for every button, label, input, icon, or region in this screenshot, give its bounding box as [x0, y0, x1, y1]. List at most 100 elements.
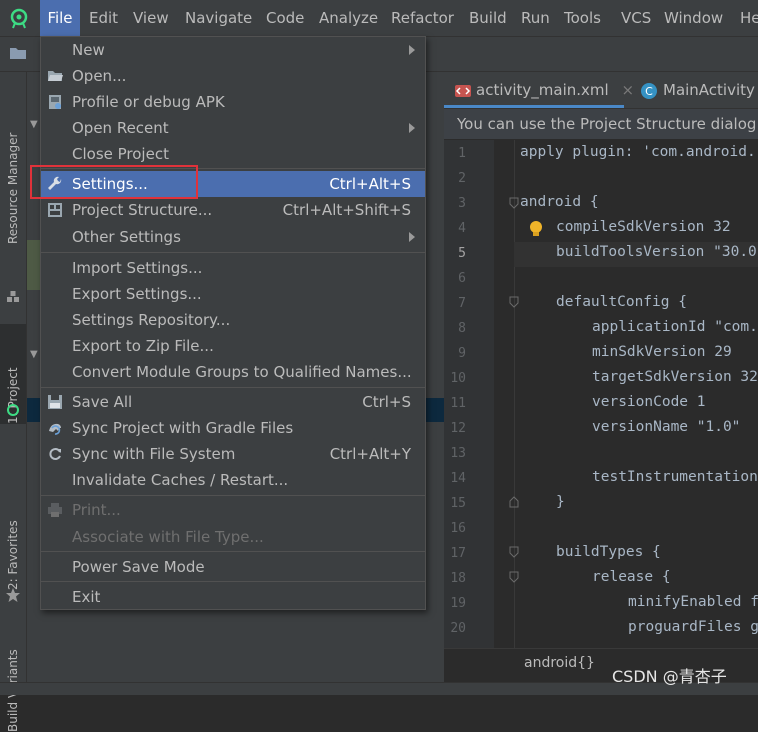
code-line[interactable]: versionName "1.0": [592, 419, 740, 435]
folder-open-icon: [48, 71, 63, 81]
menu-item-project-structure[interactable]: Project Structure... Ctrl+Alt+Shift+S: [41, 197, 425, 223]
menu-run[interactable]: Run: [521, 0, 550, 36]
menu-edit[interactable]: Edit: [89, 0, 118, 36]
menu-build[interactable]: Build: [469, 0, 507, 36]
menu-item-other-settings[interactable]: Other Settings: [41, 224, 425, 250]
close-tab-icon[interactable]: ×: [621, 81, 634, 99]
fold-end-marker-icon[interactable]: [509, 496, 519, 508]
info-banner: You can use the Project Structure dialog…: [444, 109, 758, 139]
menu-navigate[interactable]: Navigate: [185, 0, 252, 36]
class-icon: C: [641, 82, 657, 99]
menu-item-open[interactable]: Open...: [41, 63, 425, 89]
fold-marker-icon[interactable]: [509, 571, 519, 583]
code-line[interactable]: android {: [520, 194, 599, 210]
code-line[interactable]: proguardFiles g: [628, 619, 758, 635]
code-line[interactable]: testInstrumentation: [592, 469, 758, 485]
menu-separator: [41, 551, 425, 552]
tab-activity-main-xml[interactable]: activity_main.xml ×: [454, 72, 634, 108]
code-line[interactable]: apply plugin: 'com.android.: [520, 144, 756, 160]
code-line[interactable]: defaultConfig {: [556, 294, 687, 310]
editor-tab-bar: activity_main.xml × C MainActivity: [444, 72, 758, 109]
code-line[interactable]: versionCode 1: [592, 394, 706, 410]
xml-file-icon: [455, 84, 471, 97]
menu-refactor[interactable]: Refactor: [391, 0, 454, 36]
menu-vcs[interactable]: VCS: [621, 0, 651, 36]
menu-item-sync-gradle[interactable]: Sync Project with Gradle Files: [41, 415, 425, 441]
line-number: 7: [458, 296, 466, 311]
menu-item-export-zip[interactable]: Export to Zip File...: [41, 333, 425, 359]
menu-item-convert-module-groups[interactable]: Convert Module Groups to Qualified Names…: [41, 359, 425, 385]
menu-help[interactable]: He: [740, 0, 758, 36]
menu-item-associate-file-type: Associate with File Type...: [72, 528, 264, 546]
submenu-arrow-icon: [409, 123, 415, 133]
watermark: CSDN @青杏子: [612, 667, 727, 686]
code-line[interactable]: buildToolsVersion "30.0: [556, 244, 757, 260]
menu-tools[interactable]: Tools: [564, 0, 601, 36]
resource-manager-icon: [7, 291, 19, 302]
lightbulb-icon[interactable]: [528, 220, 544, 240]
line-number: 2: [458, 171, 466, 186]
menu-item-export-settings[interactable]: Export Settings...: [41, 281, 425, 307]
expand-arrow-icon[interactable]: ▼: [30, 119, 38, 130]
line-number: 8: [458, 321, 466, 336]
code-line[interactable]: minSdkVersion 29: [592, 344, 732, 360]
save-icon: [48, 395, 62, 409]
tab-favorites[interactable]: 2: Favorites: [0, 510, 26, 590]
menu-item-power-save-mode[interactable]: Power Save Mode: [41, 554, 425, 580]
code-line[interactable]: minifyEnabled f: [628, 594, 758, 610]
menu-file[interactable]: File: [40, 0, 80, 36]
code-line[interactable]: buildTypes {: [556, 544, 661, 560]
line-number: 5: [458, 246, 466, 261]
project-structure-icon: [48, 203, 62, 217]
code-line[interactable]: applicationId "com.: [592, 319, 758, 335]
folder-icon: [10, 48, 26, 59]
android-project-icon: [7, 404, 19, 416]
menu-item-open-recent[interactable]: Open Recent: [41, 115, 425, 141]
menu-item-profile-apk[interactable]: Profile or debug APK: [41, 89, 425, 115]
menu-separator: [41, 387, 425, 388]
tab-favorites-label: 2: Favorites: [6, 520, 20, 590]
menu-item-print: Print...: [41, 497, 425, 523]
menu-analyze[interactable]: Analyze: [319, 0, 378, 36]
fold-marker-icon[interactable]: [509, 546, 519, 558]
menu-item-close-project[interactable]: Close Project: [41, 141, 425, 167]
code-line[interactable]: compileSdkVersion 32: [556, 219, 731, 235]
line-number: 14: [450, 471, 466, 486]
code-line[interactable]: release {: [592, 569, 671, 585]
tool-window-strip: Resource Manager 1: Project 2: Favorites…: [0, 72, 27, 732]
menu-window[interactable]: Window: [664, 0, 723, 36]
menu-item-invalidate-caches[interactable]: Invalidate Caches / Restart...: [41, 467, 425, 493]
gradle-sync-icon: [49, 423, 61, 435]
fold-marker-icon[interactable]: [509, 197, 519, 209]
menu-item-exit[interactable]: Exit: [41, 584, 425, 610]
code-line[interactable]: }: [556, 494, 565, 510]
menu-separator: [41, 252, 425, 253]
tab-main-activity[interactable]: C MainActivity: [640, 72, 755, 108]
menu-item-import-settings[interactable]: Import Settings...: [41, 255, 425, 281]
tab-resource-manager[interactable]: Resource Manager: [0, 94, 26, 244]
line-number: 17: [450, 546, 466, 561]
line-number: 12: [450, 421, 466, 436]
android-studio-logo-icon: [10, 8, 28, 29]
menu-separator: [41, 495, 425, 496]
line-number: 6: [458, 271, 466, 286]
breadcrumb-item[interactable]: android{}: [524, 655, 595, 671]
line-number: 10: [450, 371, 466, 386]
menu-item-settings-repository[interactable]: Settings Repository...: [41, 307, 425, 333]
line-number: 1: [458, 146, 466, 161]
code-line[interactable]: targetSdkVersion 32: [592, 369, 758, 385]
expand-arrow-icon[interactable]: ▼: [30, 349, 38, 360]
line-number: 11: [450, 396, 466, 411]
svg-text:C: C: [645, 85, 653, 98]
menu-item-sync-file-system[interactable]: Sync with File System Ctrl+Alt+Y: [41, 441, 425, 467]
menu-item-new[interactable]: New: [41, 37, 425, 63]
star-icon: [6, 588, 20, 602]
menu-item-save-all[interactable]: Save All Ctrl+S: [41, 389, 425, 415]
menu-view[interactable]: View: [133, 0, 169, 36]
line-number: 4: [458, 221, 466, 236]
menu-separator: [41, 581, 425, 582]
fold-marker-icon[interactable]: [509, 296, 519, 308]
line-number: 19: [450, 596, 466, 611]
line-number: 20: [450, 621, 466, 636]
menu-code[interactable]: Code: [266, 0, 304, 36]
